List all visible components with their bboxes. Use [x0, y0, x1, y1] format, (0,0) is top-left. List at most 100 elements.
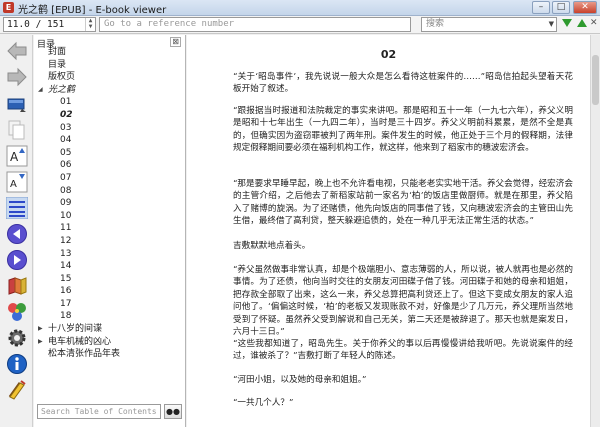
toc-item[interactable]: 06 — [34, 159, 186, 172]
chapter-title: 02 — [380, 48, 397, 61]
reader-scrollbar[interactable] — [590, 35, 600, 427]
reader-paragraph: “河田小姐，以及她的母亲和姐姐。” — [233, 375, 367, 385]
toc-item[interactable]: 08 — [34, 185, 186, 198]
toc-item[interactable]: 10 — [34, 210, 186, 223]
toc-item[interactable]: 01 — [34, 96, 186, 109]
reader-paragraph: “跟报据当时报道和法院裁定的事实来讲吧。那是昭和五十一年（一九七六年），养父义明… — [233, 106, 573, 154]
toc-item-label: 目录 — [48, 59, 67, 70]
toc-item-label: 14 — [60, 261, 72, 272]
close-search-icon[interactable]: ✕ — [590, 18, 598, 28]
toc-item[interactable]: 09 — [34, 197, 186, 210]
toc-item-label: 15 — [60, 273, 72, 284]
toc-item[interactable]: 07 — [34, 172, 186, 185]
app-icon: E — [3, 2, 14, 13]
toc-item[interactable]: 02 — [34, 109, 186, 122]
svg-text:A: A — [10, 150, 19, 164]
toc-item[interactable]: ▶ 电车机械的凶心 — [34, 336, 186, 349]
top-toolbar: 11.0 / 151 ▲ ▼ Go to a reference number 搜… — [0, 16, 600, 34]
toc-item[interactable]: 18 — [34, 310, 186, 323]
toc-item[interactable]: 03 — [34, 122, 186, 135]
forward-arrow-icon[interactable] — [6, 66, 28, 88]
left-toolbar: A A — [0, 35, 33, 427]
toc-item-label: 04 — [60, 135, 72, 146]
metadata-icon[interactable] — [6, 353, 28, 375]
reader-paragraph: “关于‘昭岛事件’，我先说说一般大众是怎么看待这桩案件的……”昭岛信拍起头望着天… — [233, 72, 573, 95]
toc-item-label: 10 — [60, 210, 72, 221]
search-placeholder: 搜索 — [426, 19, 445, 29]
find-next-icon[interactable] — [562, 19, 572, 27]
window-title: 光之鹤 [EPUB] - E-book viewer — [18, 5, 167, 16]
toc-item[interactable]: 11 — [34, 222, 186, 235]
toc-item[interactable]: 05 — [34, 147, 186, 160]
toc-item-label: 11 — [60, 223, 72, 234]
toc-item-label: 封面 — [48, 47, 67, 57]
page-position-value: 11.0 / 151 — [7, 19, 65, 30]
expand-arrow-icon[interactable]: ▶ — [38, 336, 43, 349]
toc-item-label: 光之鹤 — [48, 84, 76, 95]
scrollbar-thumb[interactable] — [592, 55, 599, 105]
toc-item-label: 电车机械的凶心 — [48, 336, 112, 347]
reference-input[interactable]: Go to a reference number — [99, 17, 411, 32]
toc-item[interactable]: ▶ 十八岁的间谍 — [34, 323, 186, 336]
toc-item[interactable]: 17 — [34, 298, 186, 311]
previous-page-icon[interactable] — [6, 223, 28, 245]
maximize-button[interactable]: □ — [552, 1, 570, 14]
reference-mode-icon[interactable] — [6, 301, 28, 323]
toc-search-button[interactable]: ●● — [164, 404, 182, 419]
toc-item-label: 03 — [60, 122, 72, 133]
toc-item-label: 06 — [60, 160, 72, 171]
reader-paragraph: “这些我都知道了，昭岛先生。关于你养父的事以后再慢慢讲给我听吧。先说说案件的经过… — [233, 339, 573, 362]
toc-item[interactable]: 15 — [34, 273, 186, 286]
toc-item[interactable]: ◢ 光之鹤 — [34, 84, 186, 97]
toc-item-label: 12 — [60, 235, 72, 246]
reader-paragraph: “那是要求早睡早起，晚上也不允许看电视，只能老老实实地干活。养父会觉得，经宏济会… — [233, 179, 573, 227]
page-position-spinbox[interactable]: 11.0 / 151 ▲ ▼ — [3, 17, 96, 32]
toc-item-label: 08 — [60, 185, 72, 196]
copy-icon[interactable] — [6, 119, 28, 141]
toc-item[interactable]: 松本清张作品年表 — [34, 348, 186, 361]
binoculars-icon: ●● — [166, 407, 180, 416]
toc-item[interactable]: 14 — [34, 260, 186, 273]
back-arrow-icon[interactable] — [6, 40, 28, 62]
find-previous-icon[interactable] — [577, 19, 587, 27]
spin-arrows-icon[interactable]: ▲ ▼ — [85, 18, 95, 31]
open-ebook-icon[interactable] — [6, 93, 28, 115]
toc-item-label: 05 — [60, 147, 72, 158]
minimize-button[interactable]: – — [532, 1, 550, 14]
toc-item-label: 13 — [60, 248, 72, 259]
toc-item[interactable]: 封面 — [34, 46, 186, 59]
font-size-smaller-icon[interactable]: A — [6, 171, 28, 193]
bookmark-icon[interactable] — [6, 275, 28, 297]
toc-item-label: 18 — [60, 311, 72, 322]
svg-text:A: A — [10, 179, 17, 190]
toc-item-label: 02 — [60, 109, 73, 120]
toc-item[interactable]: 04 — [34, 134, 186, 147]
toc-search-input[interactable]: Search Table of Contents — [37, 404, 161, 419]
collapse-arrow-icon[interactable]: ◢ — [38, 84, 43, 97]
preferences-icon[interactable] — [6, 327, 28, 349]
table-of-contents-icon[interactable] — [6, 197, 28, 219]
toc-item-label: 01 — [60, 97, 72, 108]
toc-item-label: 09 — [60, 198, 72, 209]
reader-paragraph: “养父虽然做事非常认真，却是个极端胆小、意志薄弱的人，所以说，被人就再也是必然的… — [233, 265, 573, 338]
toc-item[interactable]: 目录 — [34, 59, 186, 72]
font-size-larger-icon[interactable]: A — [6, 145, 28, 167]
expand-arrow-icon[interactable]: ▶ — [38, 323, 43, 336]
search-history-dropdown-icon[interactable]: ▼ — [549, 18, 554, 31]
reader-pane: 02 “关于‘昭岛事件’，我先说说一般大众是怎么看待这桩案件的……”昭岛信拍起头… — [187, 35, 600, 427]
toc-item-label: 16 — [60, 286, 72, 297]
print-icon[interactable] — [6, 379, 28, 401]
toc-list: 封面 目录 版权页 ◢ 光之鹤 01 02 03 04 05 06 07 08 09 10 11 12 13 14 1… — [34, 46, 186, 361]
reader-paragraph: “一共几个人？” — [233, 398, 294, 408]
toc-item[interactable]: 16 — [34, 285, 186, 298]
toc-item[interactable]: 12 — [34, 235, 186, 248]
toc-item-label: 松本清张作品年表 — [48, 349, 121, 360]
close-window-button[interactable]: ✕ — [573, 1, 597, 14]
toc-item[interactable]: 13 — [34, 248, 186, 261]
search-input[interactable]: 搜索 ▼ — [421, 17, 557, 32]
next-page-icon[interactable] — [6, 249, 28, 271]
title-bar: E 光之鹤 [EPUB] - E-book viewer – □ ✕ — [0, 0, 600, 16]
toc-item-label: 十八岁的间谍 — [48, 324, 103, 335]
toc-item-label: 07 — [60, 172, 72, 183]
toc-item[interactable]: 版权页 — [34, 71, 186, 84]
